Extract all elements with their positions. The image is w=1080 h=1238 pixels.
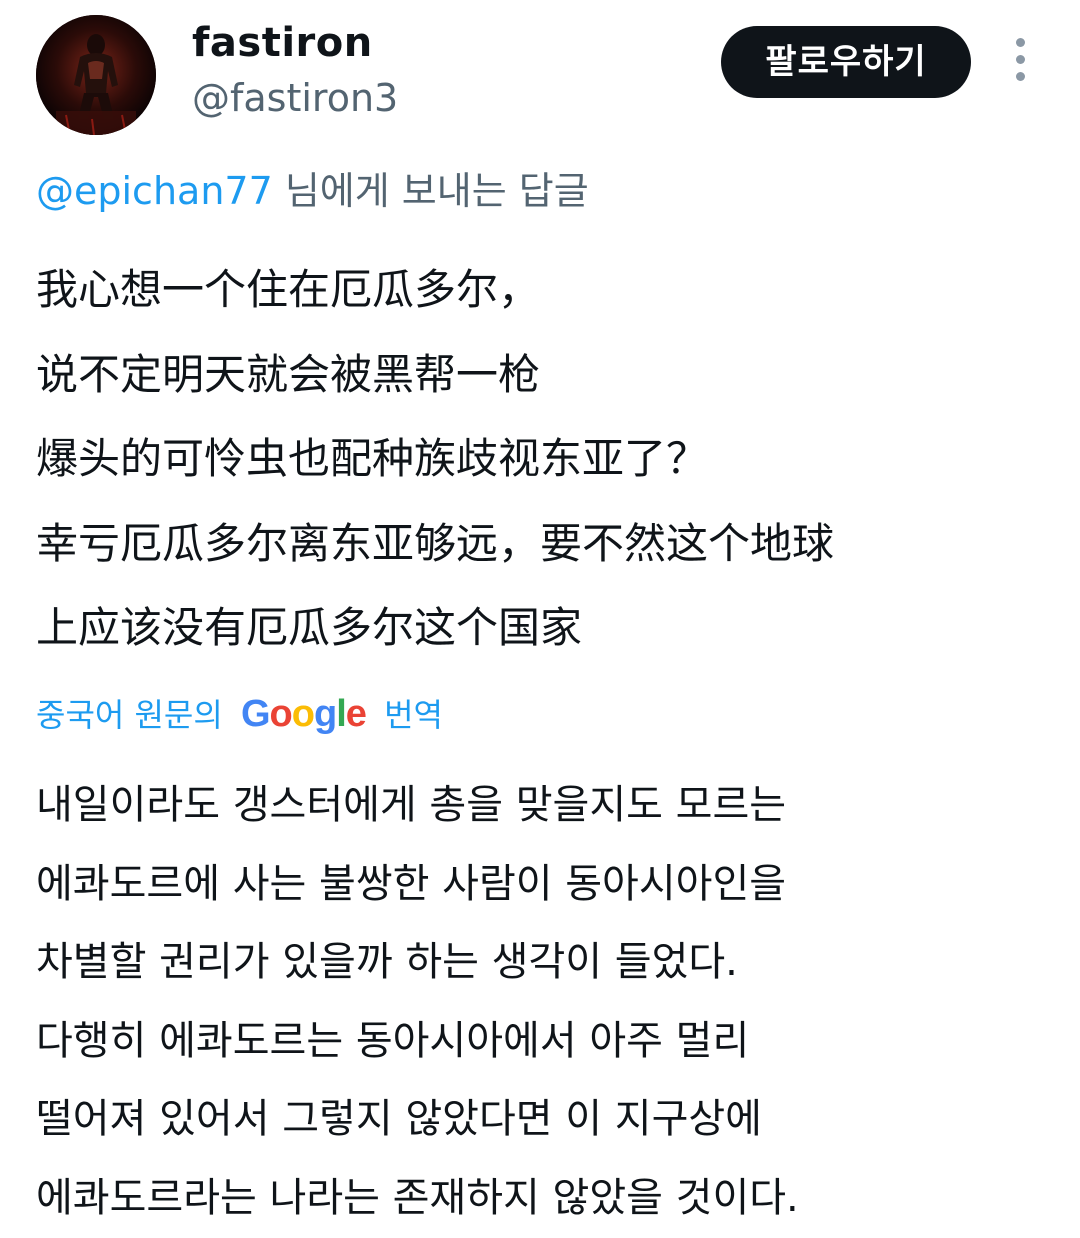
tweet-line: 幸亏厄瓜多尔离东亚够远，要不然这个地球 (36, 518, 835, 568)
translation-prefix: 중국어 원문의 (36, 696, 223, 734)
author-display-name[interactable]: fastiron (192, 18, 373, 68)
reply-context: @epichan77 님에게 보내는 답글 (36, 166, 589, 216)
follow-button[interactable]: 팔로우하기 (721, 26, 971, 98)
translated-text: 내일이라도 갱스터에게 총을 맞을지도 모르는 에콰도르에 사는 불쌍한 사람이… (36, 766, 1046, 1238)
tweet-line: 说不定明天就会被黑帮一枪 (36, 349, 541, 399)
avatar[interactable] (36, 15, 156, 135)
author-handle[interactable]: @fastiron3 (192, 74, 398, 122)
translated-line: 차별할 권리가 있을까 하는 생각이 들었다. (36, 939, 738, 986)
translated-line: 에콰도르에 사는 불쌍한 사람이 동아시아인을 (36, 860, 787, 907)
translated-line: 다행히 에콰도르는 동아시아에서 아주 멀리 (36, 1017, 750, 1064)
tweet-header: fastiron @fastiron3 팔로우하기 (0, 0, 1080, 150)
reply-mention-link[interactable]: @epichan77 (36, 169, 273, 213)
google-logo: Google (240, 693, 367, 735)
more-vertical-icon[interactable] (1002, 38, 1038, 88)
tweet-text: 我心想一个住在厄瓜多尔， 说不定明天就会被黑帮一枪 爆头的可怜虫也配种族歧视东亚… (36, 248, 1046, 671)
tweet-line: 爆头的可怜虫也配种族歧视东亚了？ (36, 434, 709, 483)
avatar-image (36, 15, 156, 135)
translated-line: 에콰도르라는 나라는 존재하지 않았을 것이다. (36, 1174, 799, 1221)
translation-attribution[interactable]: 중국어 원문의 Google 번역 (36, 688, 443, 741)
reply-context-suffix: 님에게 보내는 답글 (272, 169, 589, 213)
translated-line: 내일이라도 갱스터에게 총을 맞을지도 모르는 (36, 782, 787, 828)
tweet-line: 上应该没有厄瓜多尔这个国家 (36, 603, 583, 652)
tweet-line: 我心想一个住在厄瓜多尔， (36, 265, 541, 314)
translated-line: 떨어져 있어서 그렇지 않았다면 이 지구상에 (36, 1096, 762, 1143)
translation-suffix: 번역 (384, 696, 443, 734)
